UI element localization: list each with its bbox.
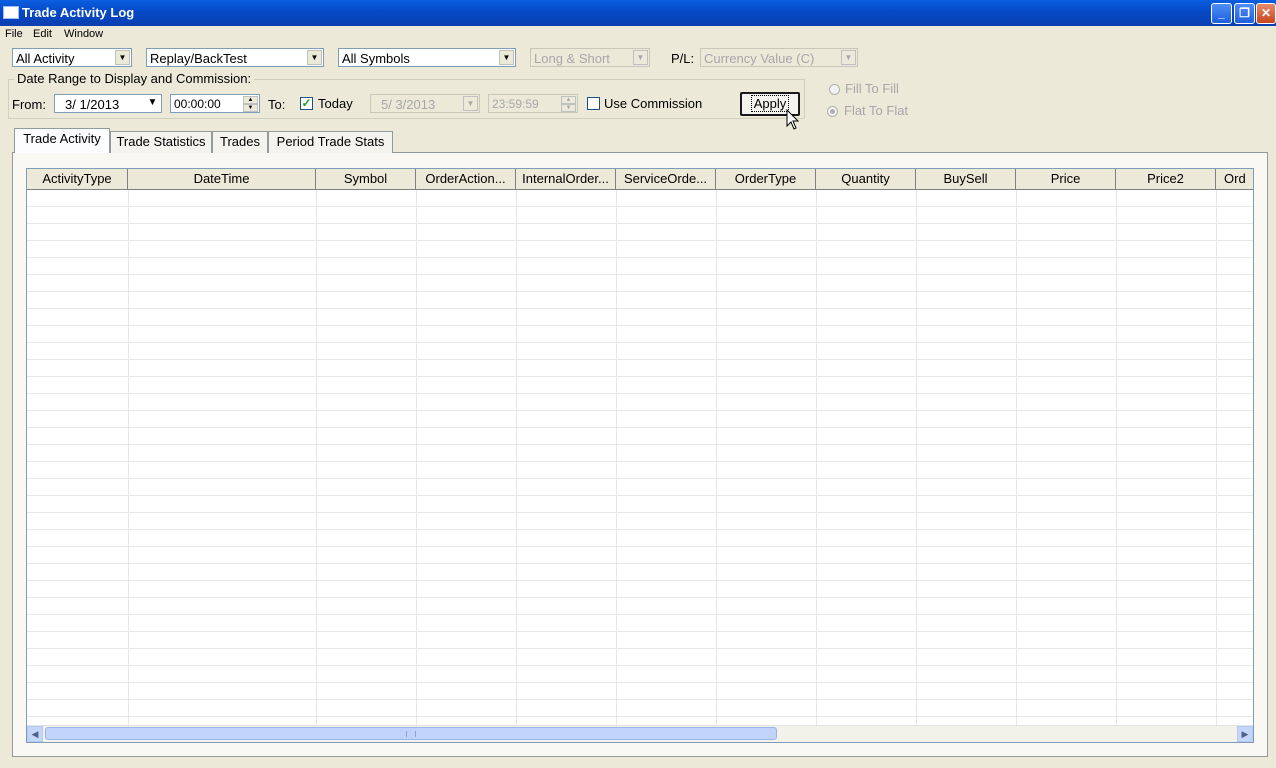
from-time-field[interactable]: 00:00:00 ▲ ▼ [170,94,260,113]
date-range-legend: Date Range to Display and Commission: [14,71,255,86]
column-header-ordertype[interactable]: OrderType [716,169,816,189]
symbols-select[interactable]: All Symbols ▼ [338,48,516,67]
chevron-down-icon[interactable]: ▼ [145,96,160,111]
activity-value: All Activity [16,51,75,66]
column-header-datetime[interactable]: DateTime [128,169,316,189]
to-time-field: 23:59:59 ▲ ▼ [488,94,578,113]
use-commission-checkbox[interactable] [587,97,600,110]
close-button[interactable]: ✕ [1256,3,1276,24]
chevron-down-icon: ▼ [633,50,648,65]
chevron-down-icon[interactable]: ▼ [499,50,514,65]
chevron-down-icon[interactable]: ▼ [115,50,130,65]
menu-file[interactable]: File [5,28,23,40]
tab-trades[interactable]: Trades [212,131,268,153]
restore-button[interactable]: ❐ [1234,3,1255,24]
column-divider [816,190,817,727]
use-commission-label: Use Commission [604,96,703,111]
column-divider [616,190,617,727]
pl-label: P/L: [671,51,695,66]
grip-icon [406,731,416,737]
column-divider [516,190,517,727]
direction-value: Long & Short [534,51,610,66]
app-icon [3,6,19,19]
mouse-cursor-icon [786,109,800,130]
from-time-value: 00:00:00 [174,97,221,111]
scrollbar-thumb[interactable] [45,727,777,740]
column-divider [128,190,129,727]
scroll-left-icon[interactable]: ◀ [27,726,43,742]
column-header-ord[interactable]: Ord [1216,169,1253,189]
flat-to-flat-radio [827,106,838,117]
pl-value: Currency Value (C) [704,51,815,66]
activity-select[interactable]: All Activity ▼ [12,48,132,67]
column-divider [1016,190,1017,727]
spin-down-icon: ▼ [561,104,576,112]
column-header-activitytype[interactable]: ActivityType [27,169,128,189]
today-label: Today [318,96,353,111]
mode-select[interactable]: Replay/BackTest ▼ [146,48,324,67]
column-header-serviceorder[interactable]: ServiceOrde... [616,169,716,189]
column-divider [1116,190,1117,727]
symbols-value: All Symbols [342,51,410,66]
trade-activity-grid[interactable]: ActivityType DateTime Symbol OrderAction… [26,168,1254,743]
column-divider [416,190,417,727]
title-bar: Trade Activity Log _ ❐ ✕ [0,0,1276,26]
grid-rows [27,190,1253,727]
mode-value: Replay/BackTest [150,51,247,66]
fill-to-fill-radio [829,84,840,95]
column-divider [716,190,717,727]
column-divider [916,190,917,727]
checkmark-icon: ✓ [301,96,312,110]
grid-header: ActivityType DateTime Symbol OrderAction… [27,169,1253,190]
from-date-picker[interactable]: 3/ 1/2013 ▼ [54,94,162,113]
to-time-value: 23:59:59 [492,97,539,111]
column-header-orderaction[interactable]: OrderAction... [416,169,516,189]
menu-bar: File Edit Window [0,26,1276,44]
column-header-internalorder[interactable]: InternalOrder... [516,169,616,189]
pl-select: Currency Value (C) ▼ [700,48,858,67]
chevron-down-icon[interactable]: ▼ [307,50,322,65]
flat-to-flat-label: Flat To Flat [844,103,909,118]
chevron-down-icon: ▼ [841,50,856,65]
menu-edit[interactable]: Edit [33,28,52,40]
window-title: Trade Activity Log [22,5,135,20]
column-header-symbol[interactable]: Symbol [316,169,416,189]
from-date-value: 3/ 1/2013 [65,97,120,112]
restore-icon: ❐ [1239,6,1250,20]
column-header-quantity[interactable]: Quantity [816,169,916,189]
spin-up-icon: ▲ [561,96,576,104]
tab-label: Trade Activity [23,131,101,146]
tab-period-trade-stats[interactable]: Period Trade Stats [268,131,393,153]
from-label: From: [12,97,46,112]
column-divider [316,190,317,727]
tab-trade-statistics[interactable]: Trade Statistics [110,131,212,153]
column-header-buysell[interactable]: BuySell [916,169,1016,189]
tab-label: Trade Statistics [116,134,206,149]
to-label: To: [268,97,286,112]
to-date-picker: 5/ 3/2013 ▼ [370,94,480,113]
apply-label: Apply [750,95,790,112]
horizontal-scrollbar[interactable]: ◀ ▶ [27,725,1253,742]
to-date-value: 5/ 3/2013 [381,97,436,112]
spin-up-icon[interactable]: ▲ [243,96,258,104]
menu-window[interactable]: Window [64,28,103,40]
tab-trade-activity[interactable]: Trade Activity [14,128,110,153]
spin-down-icon[interactable]: ▼ [243,104,258,112]
fill-to-fill-label: Fill To Fill [845,81,899,96]
close-icon: ✕ [1260,6,1272,20]
column-header-price[interactable]: Price [1016,169,1116,189]
tab-label: Trades [220,134,260,149]
tab-label: Period Trade Stats [276,134,385,149]
column-header-price2[interactable]: Price2 [1116,169,1216,189]
minimize-button[interactable]: _ [1211,3,1232,24]
column-divider [1216,190,1217,727]
chevron-down-icon: ▼ [463,96,478,111]
scroll-right-icon[interactable]: ▶ [1237,726,1253,742]
direction-select: Long & Short ▼ [530,48,650,67]
today-checkbox[interactable]: ✓ [300,97,313,110]
minimize-icon: _ [1218,6,1225,20]
